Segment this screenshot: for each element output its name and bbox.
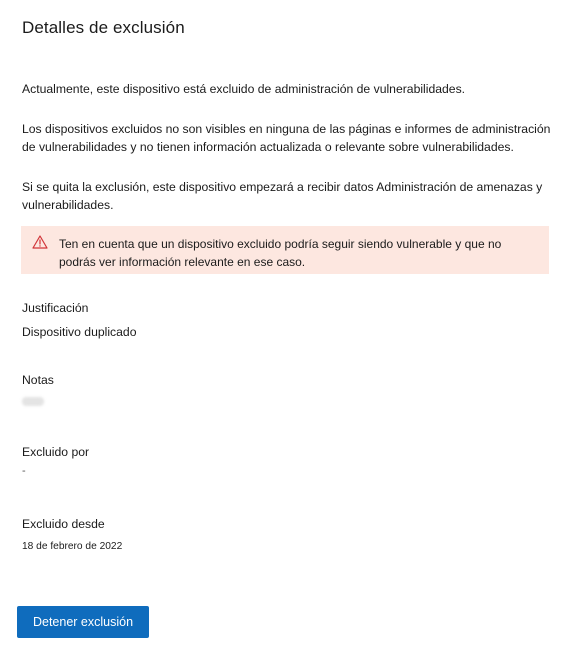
visibility-text: Los dispositivos excluidos no son visibl…	[22, 122, 551, 154]
excluded-by-value: -	[22, 465, 26, 477]
warning-triangle-icon	[32, 235, 48, 249]
excluded-since-label: Excluido desde	[22, 517, 105, 531]
current-status-text: Actualmente, este dispositivo está exclu…	[22, 82, 466, 96]
justification-value: Dispositivo duplicado	[22, 325, 137, 339]
justification-label: Justificación	[22, 301, 89, 315]
excluded-since-value: 18 de febrero de 2022	[22, 541, 123, 552]
exclusion-details-panel: Detalles de exclusión Actualmente, este …	[0, 0, 570, 668]
notes-value-redacted	[22, 397, 44, 406]
warning-message-bar: Ten en cuenta que un dispositivo excluid…	[21, 226, 549, 274]
removal-text: Si se quita la exclusión, este dispositi…	[22, 180, 543, 212]
stop-exclusion-button[interactable]: Detener exclusión	[17, 606, 149, 638]
excluded-by-label: Excluido por	[22, 445, 90, 459]
notes-label: Notas	[22, 373, 54, 387]
warning-text: Ten en cuenta que un dispositivo excluid…	[59, 237, 502, 269]
panel-title: Detalles de exclusión	[22, 18, 185, 37]
